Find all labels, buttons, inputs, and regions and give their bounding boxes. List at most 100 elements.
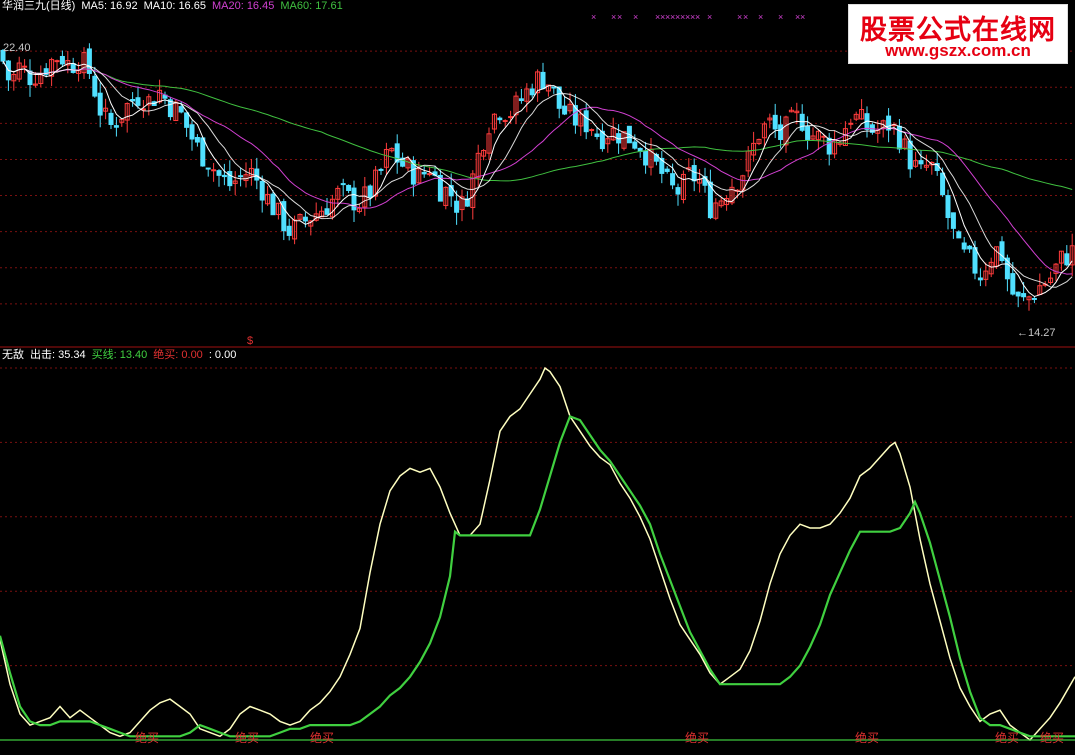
candle-body [540,71,546,90]
strike-line [0,366,1075,742]
candle-body [108,112,114,125]
candle-body [1064,253,1070,266]
candle-body [22,65,28,68]
indicator-header: 无敌 出击: 35.34 买线: 13.40 绝买: 0.00: 0.00 [2,349,242,362]
juemai-label: 绝买 [310,730,334,745]
candle-body [583,110,589,133]
candle-body [421,171,427,175]
candle-body [167,99,173,118]
candle-body [113,125,119,128]
juemai-label: 绝买 [135,730,159,745]
candle-body [805,126,811,140]
candle-body [54,60,60,63]
candle-body [178,106,184,113]
low-price-text: ←14.27 [1017,327,1056,339]
candle-body [238,175,244,178]
ma5-readout: MA5: 16.92 [81,0,138,12]
candle-body [254,168,260,181]
candle-body [632,141,638,149]
candle-body [227,171,233,187]
candle-body [907,140,913,170]
top-x-marker: × [633,12,638,22]
juemai-label: 绝买 [685,730,709,745]
candle-body [1015,291,1021,297]
candle-body [1021,293,1027,298]
candle-body [967,245,973,250]
juemai-label: 绝买 [995,730,1019,745]
candle-body [378,168,384,171]
candle-body [950,212,956,229]
buy-signal-labels: 绝买 绝买 绝买 绝买 绝买 绝买 绝买 [135,730,1064,745]
candle-body [92,75,98,97]
candle-body [286,225,292,236]
ma20-readout: MA20: 16.45 [211,0,275,12]
top-x-marker: × [591,12,596,22]
high-price-text: 22.40 [3,42,31,54]
ma10-readout: MA10: 16.65 [143,0,206,12]
candlestick-series [0,43,1075,311]
buyline-line [0,414,1075,738]
candle-body [961,242,967,250]
candle-body [691,165,697,182]
top-x-marker: × [778,12,783,22]
candle-body [59,55,65,65]
low-price-label: ←14.27 [1017,327,1056,339]
candle-body [594,133,600,137]
indicator-lines [0,366,1075,742]
candle-body [211,169,217,172]
top-x-marker: × [695,12,700,22]
top-x-marker: × [758,12,763,22]
candle-body [799,113,805,131]
candle-body [135,97,141,106]
candle-body [670,173,676,186]
candle-body [508,116,514,119]
extra-readout: : 0.00 [208,349,237,361]
candle-body [270,193,276,216]
candle-body [427,173,433,176]
candle-body [551,86,557,89]
site-logo: 股票公式在线网 www.gszx.com.cn [848,4,1068,64]
high-price-label: 22.40 [3,42,31,54]
candle-body [972,247,978,274]
candle-body [529,88,535,96]
top-x-marker: × [617,12,622,22]
indicator-title: 无敌 [2,349,24,361]
top-x-marker: × [707,12,712,22]
juemai-readout: 绝买: 0.00 [153,349,203,361]
candle-body [675,187,681,195]
candle-body [340,183,346,186]
candle-body [259,180,265,201]
strike-readout: 出击: 35.34 [30,349,86,361]
candle-body [70,63,76,73]
candle-body [826,137,832,155]
candle-body [589,129,595,132]
candle-body [302,216,308,222]
candle-body [194,136,200,143]
top-x-marker: × [611,12,616,22]
candle-body [216,170,222,176]
candle-body [643,150,649,166]
juemai-label: 绝买 [855,730,879,745]
candle-body [367,185,373,198]
candle-body [772,114,778,130]
candle-body [518,98,524,102]
top-x-marker: × [743,12,748,22]
candle-body [778,124,784,141]
candle-body [205,167,211,170]
candle-body [184,112,190,128]
candle-body [1010,273,1016,295]
top-x-marker: × [737,12,742,22]
candle-body [1031,297,1037,300]
ma60-readout: MA60: 17.61 [280,0,343,12]
candle-body [848,122,854,125]
candle-body [221,174,227,178]
candle-body [502,120,508,123]
candle-body [945,195,951,219]
signal-mark: $ [247,335,253,347]
candle-body [977,277,983,281]
candle-body [130,99,136,102]
candle-body [97,92,103,116]
juemai-label: 绝买 [235,730,259,745]
candle-body [956,231,962,239]
main-chart-header: 华润三九(日线) MA5: 16.92 MA10: 16.65 MA20: 16.45… [2,0,349,13]
